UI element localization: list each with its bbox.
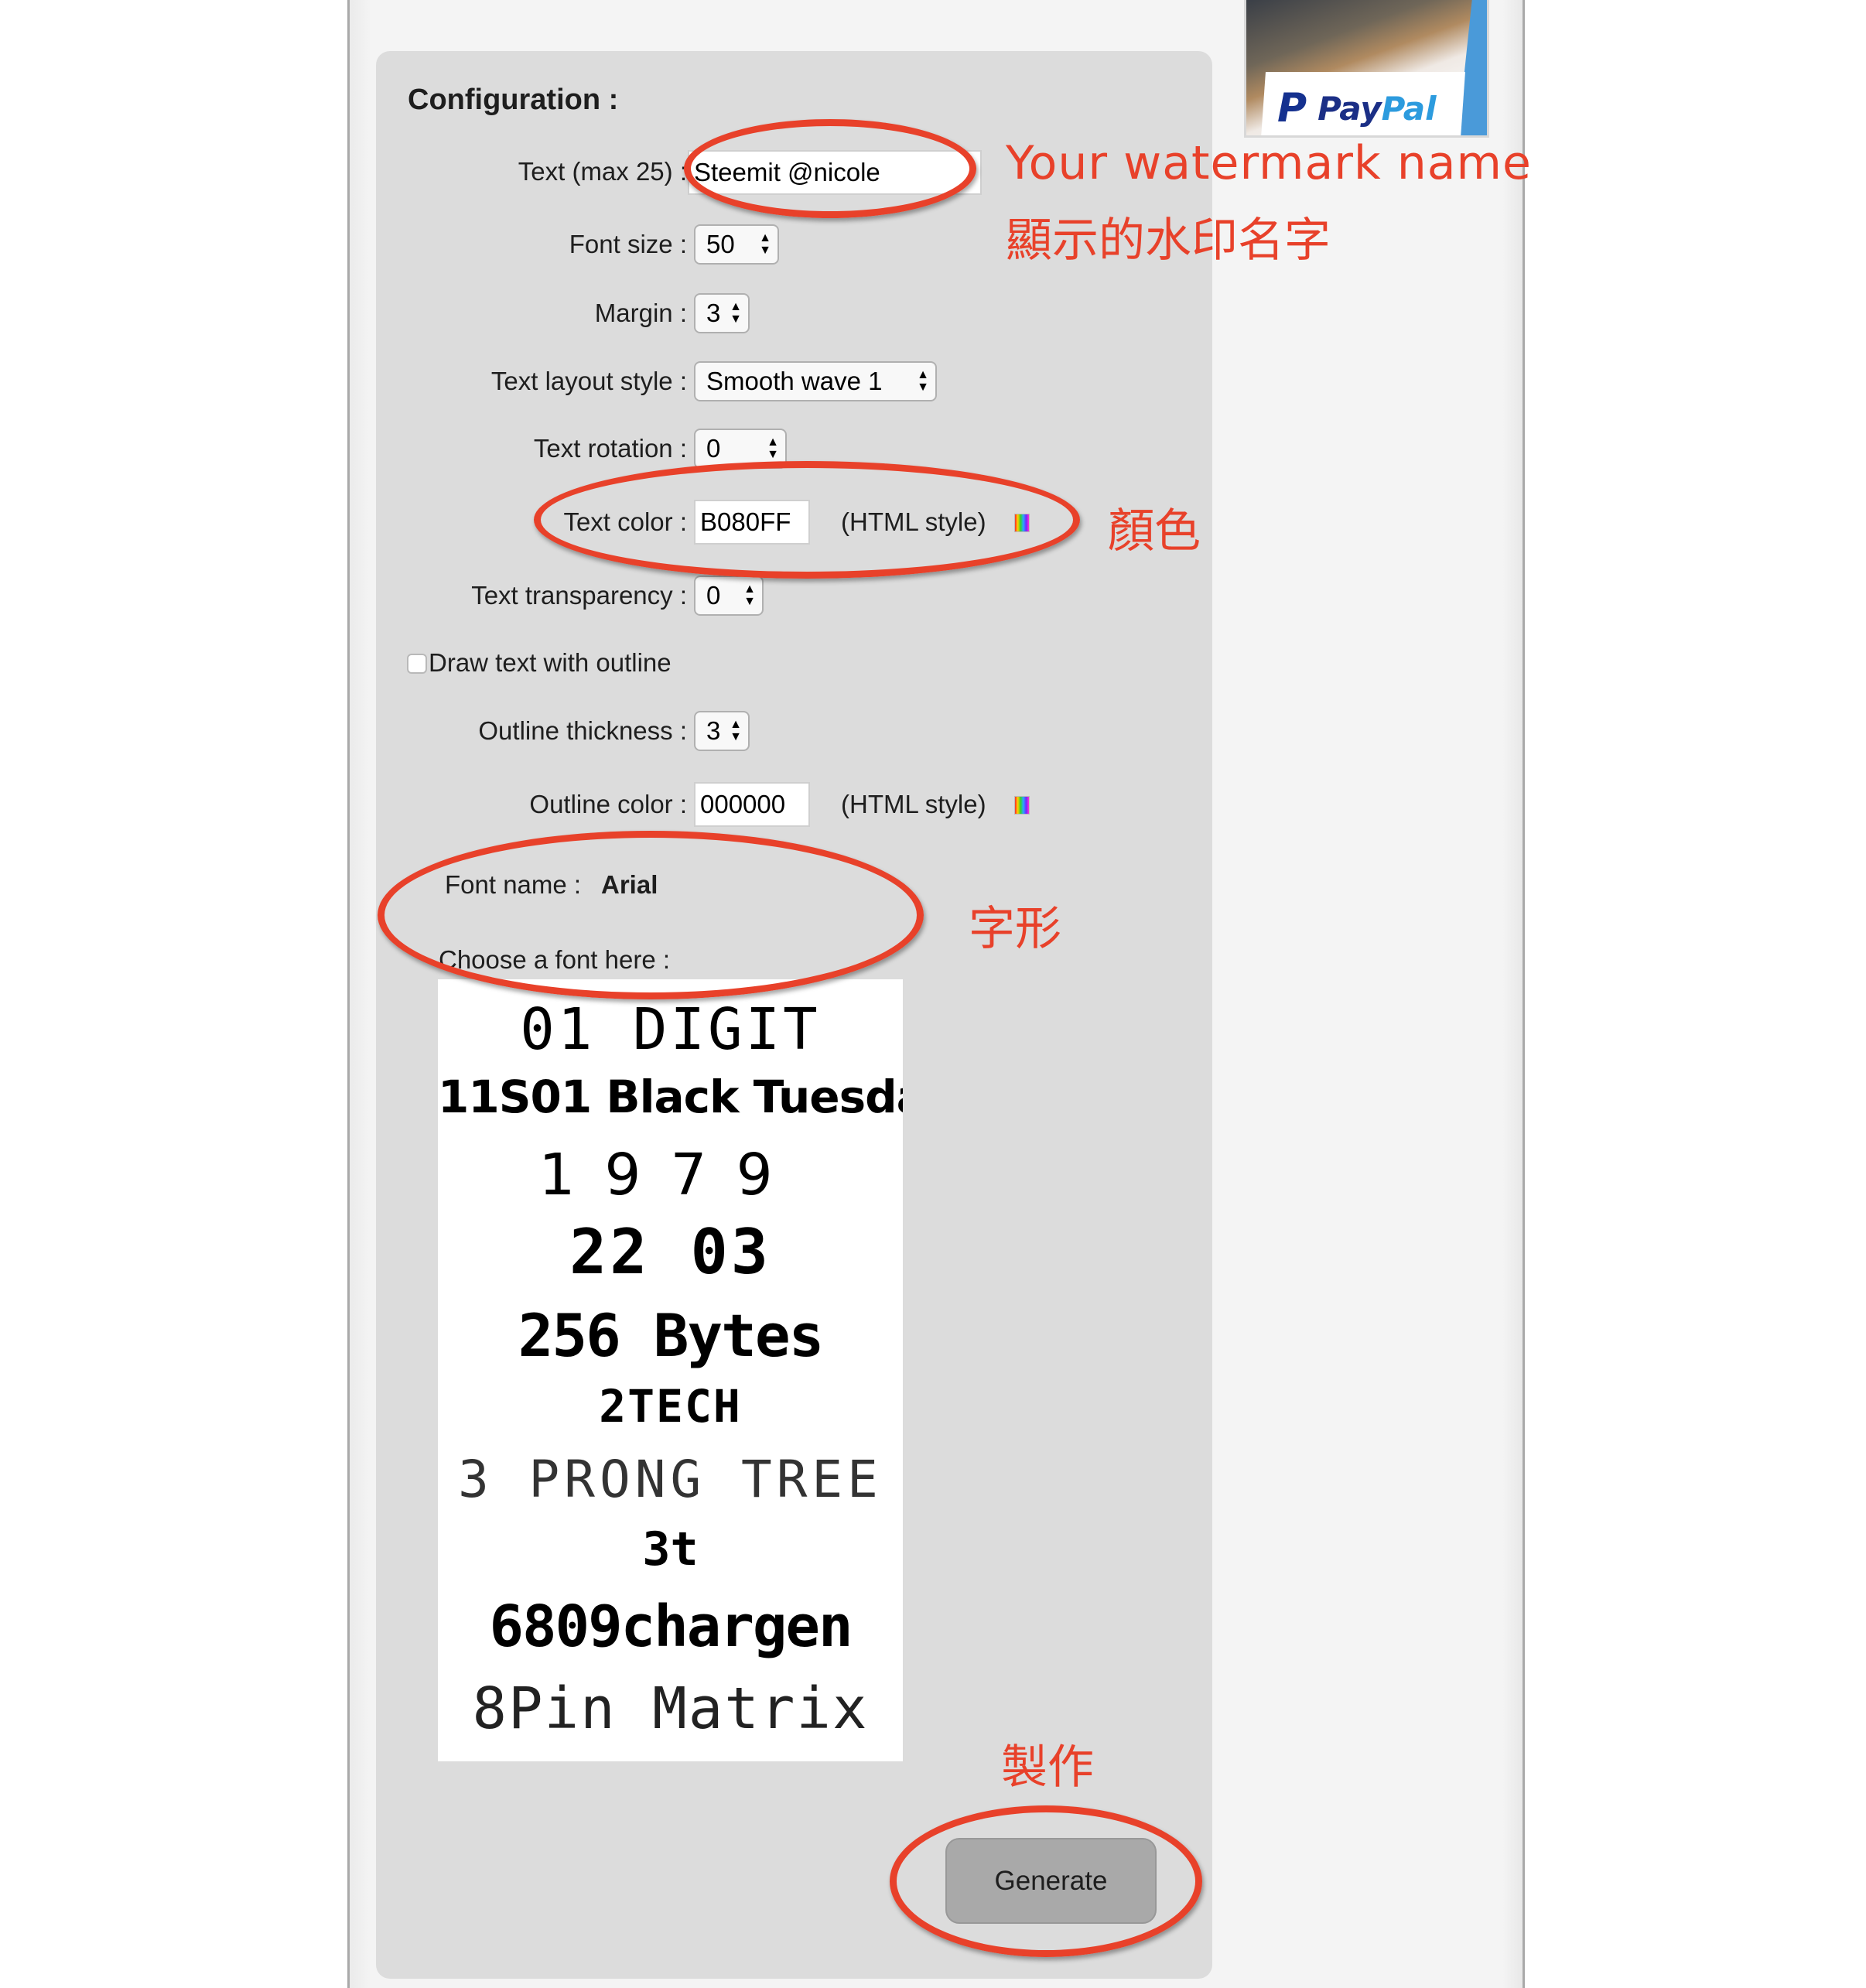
annotation-generate-zh: 製作 [1001, 1740, 1094, 1795]
font-option[interactable]: 22 03 [438, 1216, 903, 1288]
font-name-value: Arial [601, 870, 658, 899]
paypal-word-pay: Pay [1317, 89, 1382, 128]
text-color-label: Text color : [563, 507, 687, 536]
choose-font-label: Choose a font here : [439, 945, 671, 974]
ad-blue-stripe [1458, 0, 1487, 135]
configuration-title: Configuration : [408, 84, 619, 116]
outline-thickness-label: Outline thickness : [478, 716, 687, 745]
outline-checkbox[interactable] [407, 654, 427, 674]
font-option[interactable]: 6809chargen [438, 1593, 903, 1660]
up-down-arrows-icon[interactable]: ▲ ▼ [730, 301, 742, 326]
layout-style-select[interactable]: Smooth wave 1 ▲ ▼ [694, 361, 937, 401]
layout-style-value: Smooth wave 1 [706, 367, 883, 395]
paypal-logo: P PayPal [1277, 85, 1437, 132]
outline-thickness-stepper[interactable]: 3 ▲ ▼ [694, 711, 750, 751]
font-option[interactable]: 01 DIGIT [438, 996, 903, 1063]
font-size-stepper[interactable]: 50 ▲ ▼ [694, 224, 779, 265]
margin-value: 3 [706, 299, 721, 327]
margin-stepper[interactable]: 3 ▲ ▼ [694, 293, 750, 333]
font-size-value: 50 [706, 230, 735, 258]
font-size-label: Font size : [569, 230, 687, 258]
select-arrows-icon[interactable]: ▲ ▼ [743, 583, 756, 608]
annotation-watermark-en: Your watermark name [1006, 136, 1532, 190]
annotation-watermark-zh: 顯示的水印名字 [1006, 213, 1331, 268]
up-down-arrows-icon[interactable]: ▲ ▼ [759, 232, 771, 257]
font-option[interactable]: 8Pin Matrix [438, 1675, 903, 1742]
font-option[interactable]: 256 Bytes [438, 1301, 903, 1370]
outline-thickness-value: 3 [706, 716, 721, 745]
annotation-color-zh: 顏色 [1108, 504, 1201, 558]
outline-checkbox-label: Draw text with outline [429, 648, 672, 677]
annotation-font-zh: 字形 [969, 902, 1061, 956]
layout-style-label: Text layout style : [490, 367, 687, 395]
select-arrows-icon[interactable]: ▲ ▼ [767, 436, 779, 461]
transparency-select[interactable]: 0 ▲ ▼ [694, 576, 764, 616]
font-chooser-list[interactable]: 01 DIGIT 11S01 Black Tuesday 1979 22 03 … [438, 979, 903, 1761]
font-option[interactable]: 3 PRONG TREE [438, 1450, 903, 1509]
font-option[interactable]: 2TECH [438, 1380, 903, 1433]
outline-color-input[interactable]: 000000 [694, 782, 810, 827]
margin-label: Margin : [594, 299, 687, 327]
paypal-ad-banner[interactable]: P PayPal [1244, 0, 1489, 138]
paypal-word-pal: Pal [1381, 89, 1437, 128]
rotation-label: Text rotation : [533, 434, 687, 463]
rotation-select[interactable]: 0 ▲ ▼ [694, 429, 787, 469]
select-arrows-icon[interactable]: ▲ ▼ [917, 369, 929, 394]
color-picker-icon[interactable] [1014, 514, 1030, 532]
transparency-label: Text transparency : [471, 581, 687, 610]
font-option[interactable]: 1979 [438, 1142, 903, 1208]
outline-color-label: Outline color : [529, 790, 687, 818]
watermark-text-input[interactable]: Steemit @nicole [688, 150, 982, 195]
font-option[interactable]: 3t [438, 1522, 903, 1576]
font-option[interactable]: 11S01 Black Tuesday [438, 1071, 903, 1123]
generate-button[interactable]: Generate [945, 1838, 1157, 1924]
color-picker-icon[interactable] [1014, 796, 1030, 815]
text-color-input[interactable]: B080FF [694, 500, 810, 545]
text-label: Text (max 25) : [518, 157, 687, 186]
outline-color-hint: (HTML style) [841, 790, 986, 818]
rotation-value: 0 [706, 434, 721, 463]
text-color-hint: (HTML style) [841, 507, 986, 536]
transparency-value: 0 [706, 581, 721, 610]
font-name-label: Font name : [445, 870, 582, 899]
paypal-mark-icon: P [1277, 85, 1307, 132]
up-down-arrows-icon[interactable]: ▲ ▼ [730, 719, 742, 743]
